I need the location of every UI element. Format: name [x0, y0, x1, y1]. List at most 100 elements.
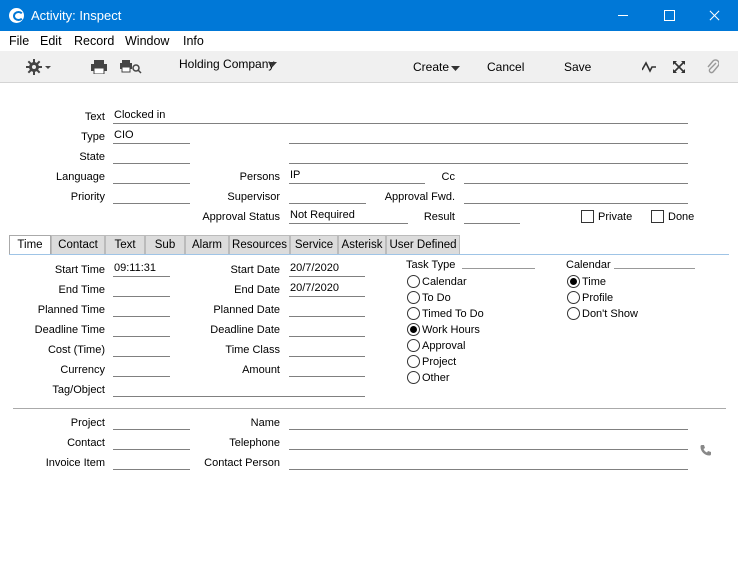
deadline-date-field[interactable] [289, 322, 365, 337]
task-type-other-label: Other [422, 372, 450, 384]
result-field[interactable] [464, 209, 520, 224]
tab-text[interactable]: Text [105, 235, 145, 254]
print-search-icon[interactable] [120, 60, 142, 74]
time-class-field[interactable] [289, 342, 365, 357]
priority-field[interactable] [113, 189, 190, 204]
app-icon [9, 8, 24, 23]
time-class-label: Time Class [225, 344, 280, 356]
supervisor-field[interactable] [289, 189, 366, 204]
cost-time-label: Cost (Time) [47, 344, 105, 356]
project-label: Project [70, 417, 105, 429]
approval-fwd-field[interactable] [464, 189, 688, 204]
menu-file[interactable]: File [9, 34, 29, 48]
tab-user-defined[interactable]: User Defined [386, 235, 460, 254]
tab-resources[interactable]: Resources [229, 235, 290, 254]
tab-service[interactable]: Service [290, 235, 338, 254]
task-type-other-radio[interactable] [407, 371, 420, 384]
task-type-approval-radio[interactable] [407, 339, 420, 352]
contact-person-field[interactable] [289, 455, 688, 470]
activity-icon[interactable] [642, 61, 656, 73]
print-icon[interactable] [91, 60, 107, 74]
done-label: Done [668, 211, 695, 223]
calendar-profile-label: Profile [582, 292, 614, 304]
calendar-dont-show-radio[interactable] [567, 307, 580, 320]
amount-label: Amount [242, 364, 280, 376]
calendar-profile-radio[interactable] [567, 291, 580, 304]
section-divider [13, 408, 726, 409]
currency-field[interactable] [113, 362, 170, 377]
task-type-timed-todo-radio[interactable] [407, 307, 420, 320]
planned-date-field[interactable] [289, 302, 365, 317]
contact-field[interactable] [113, 435, 190, 450]
persons-label: Persons [239, 171, 280, 183]
project-field[interactable] [113, 415, 190, 430]
deadline-time-label: Deadline Time [34, 324, 105, 336]
task-type-timed-todo-label: Timed To Do [422, 308, 484, 320]
deadline-time-field[interactable] [113, 322, 170, 337]
calendar-time-radio[interactable] [567, 275, 580, 288]
task-type-todo-radio[interactable] [407, 291, 420, 304]
toolbar: Holding Company Create Cancel Save [0, 51, 738, 83]
menu-record[interactable]: Record [74, 34, 114, 48]
paperclip-icon[interactable] [707, 59, 719, 75]
company-selector[interactable]: Holding Company [179, 57, 274, 71]
planned-time-field[interactable] [113, 302, 170, 317]
save-button[interactable]: Save [564, 60, 591, 74]
task-type-project-radio[interactable] [407, 355, 420, 368]
tab-asterisk[interactable]: Asterisk [338, 235, 386, 254]
calendar-divider [614, 268, 695, 269]
chevron-down-icon[interactable] [451, 66, 460, 72]
cc-field[interactable] [464, 169, 688, 184]
end-time-label: End Time [58, 284, 105, 296]
tab-contact[interactable]: Contact [51, 235, 105, 254]
text-field[interactable]: Clocked in [113, 109, 688, 124]
priority-label: Priority [70, 191, 105, 203]
chevron-down-icon[interactable] [268, 62, 277, 68]
tab-time[interactable]: Time [9, 235, 51, 254]
text-label: Text [84, 111, 105, 123]
language-field[interactable] [113, 169, 190, 184]
end-date-field[interactable]: 20/7/2020 [289, 282, 365, 297]
language-label: Language [56, 171, 105, 183]
tag-object-field[interactable] [113, 382, 365, 397]
menu-window[interactable]: Window [125, 34, 169, 48]
cancel-button[interactable]: Cancel [487, 60, 524, 74]
tab-sub[interactable]: Sub [145, 235, 185, 254]
phone-icon[interactable] [700, 444, 712, 456]
menu-edit[interactable]: Edit [40, 34, 62, 48]
task-type-work-hours-radio[interactable] [407, 323, 420, 336]
telephone-field[interactable] [289, 435, 688, 450]
task-type-calendar-radio[interactable] [407, 275, 420, 288]
amount-field[interactable] [289, 362, 365, 377]
cost-time-field[interactable] [113, 342, 170, 357]
expand-icon[interactable] [673, 61, 685, 73]
create-button[interactable]: Create [413, 60, 449, 74]
maximize-button[interactable] [646, 0, 692, 31]
end-time-field[interactable] [113, 282, 170, 297]
persons-field[interactable]: IP [289, 169, 425, 184]
approval-status-field: Not Required [289, 209, 408, 224]
supervisor-label: Supervisor [227, 191, 280, 203]
result-label: Result [423, 211, 455, 223]
telephone-label: Telephone [229, 437, 280, 449]
name-field[interactable] [289, 415, 688, 430]
invoice-item-field[interactable] [113, 455, 190, 470]
tab-alarm[interactable]: Alarm [185, 235, 229, 254]
start-date-field[interactable]: 20/7/2020 [289, 262, 365, 277]
done-checkbox[interactable] [651, 210, 664, 223]
type-label: Type [81, 131, 105, 143]
start-time-field[interactable]: 09:11:31 [113, 262, 170, 277]
type-field[interactable]: CIO [113, 129, 190, 144]
window-title: Activity: Inspect [31, 8, 122, 23]
calendar-title: Calendar [566, 259, 611, 271]
gear-icon[interactable] [26, 58, 54, 76]
contact-label: Contact [67, 437, 105, 449]
private-label: Private [598, 211, 633, 223]
menu-info[interactable]: Info [183, 34, 204, 48]
close-button[interactable] [692, 0, 738, 31]
private-checkbox[interactable] [581, 210, 594, 223]
tag-object-label: Tag/Object [52, 384, 105, 396]
contact-person-label: Contact Person [204, 457, 280, 469]
state-field[interactable] [113, 149, 190, 164]
minimize-button[interactable] [600, 0, 646, 31]
